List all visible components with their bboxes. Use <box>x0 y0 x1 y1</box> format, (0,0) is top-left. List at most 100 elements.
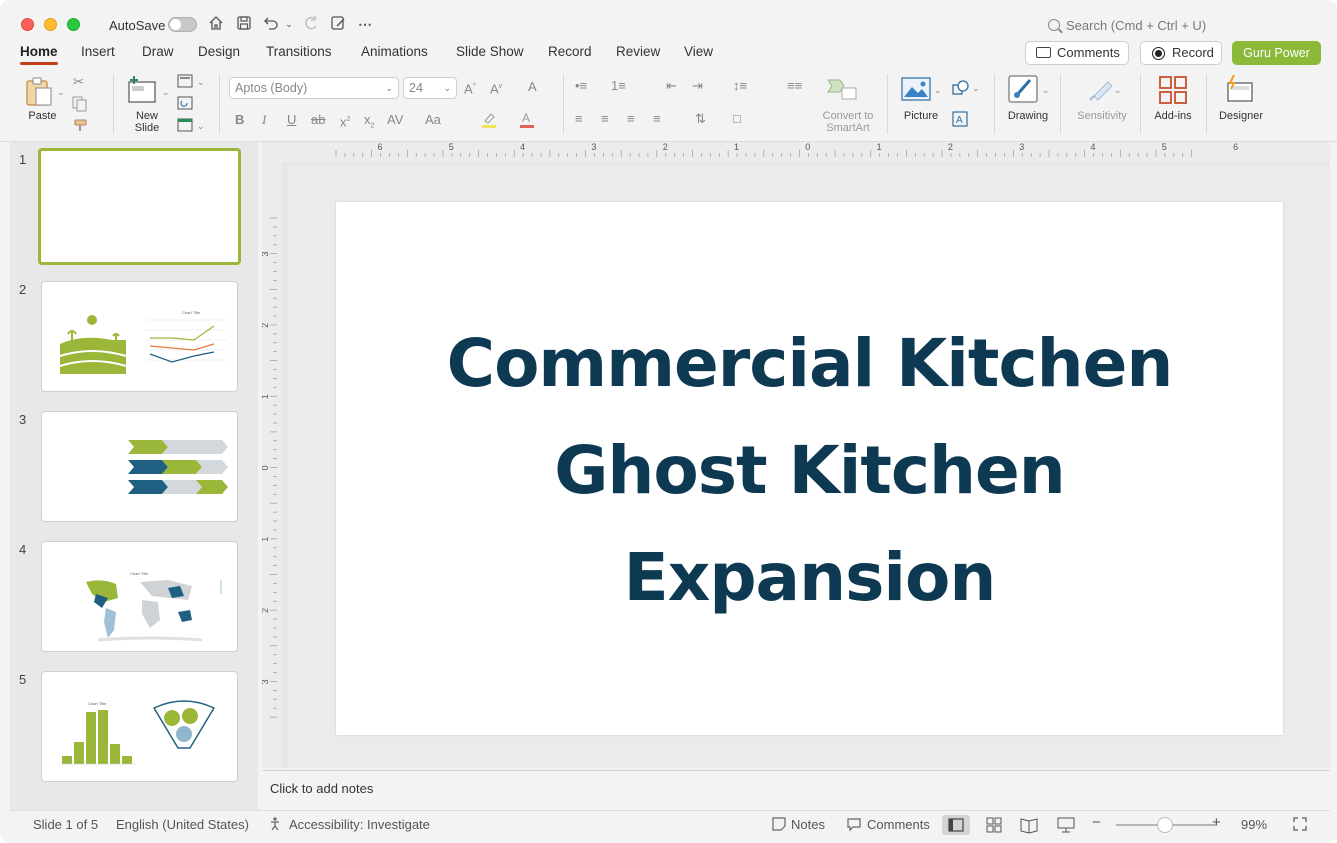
slide-thumbnail-4[interactable]: Chart Title <box>41 541 238 652</box>
tab-insert[interactable]: Insert <box>81 44 115 59</box>
cut-icon[interactable]: ✂ <box>73 74 84 90</box>
bullets-icon[interactable]: •≡ <box>575 78 587 94</box>
zoom-level[interactable]: 99% <box>1241 817 1267 832</box>
layout-icon[interactable] <box>177 74 193 92</box>
columns-icon[interactable]: ≡≡ <box>787 78 802 94</box>
font-name-select[interactable]: Aptos (Body) ⌄ <box>229 77 399 99</box>
drawing-dropdown-chevron-down-icon[interactable]: ⌄ <box>1042 82 1050 98</box>
italic-icon[interactable]: I <box>262 112 266 128</box>
tab-review[interactable]: Review <box>616 44 660 59</box>
align-center-icon[interactable]: ≡ <box>601 111 609 127</box>
current-slide[interactable]: Commercial Kitchen Ghost Kitchen Expansi… <box>336 202 1283 735</box>
reset-icon[interactable] <box>177 96 193 114</box>
numbering-icon[interactable]: 1≡ <box>611 78 626 94</box>
save-icon[interactable] <box>234 14 254 34</box>
shapes-icon[interactable] <box>952 80 970 100</box>
strikethrough-icon[interactable]: ab <box>311 112 325 128</box>
superscript-icon[interactable]: x2 <box>340 112 350 130</box>
subscript-icon[interactable]: x2 <box>364 112 374 135</box>
notes-pane[interactable]: Click to add notes <box>262 770 1330 810</box>
ruler-label: 3 <box>1019 142 1024 152</box>
slide-thumbnail-1[interactable] <box>38 148 241 265</box>
shapes-dropdown-chevron-down-icon[interactable]: ⌄ <box>972 80 980 96</box>
clear-formatting-icon[interactable]: A <box>528 79 537 95</box>
paste-icon[interactable] <box>24 76 56 111</box>
align-left-icon[interactable]: ≡ <box>575 111 583 127</box>
sensitivity-icon[interactable] <box>1086 74 1116 107</box>
drawing-icon[interactable] <box>1008 74 1040 109</box>
undo-icon[interactable] <box>261 14 281 34</box>
tab-transitions[interactable]: Transitions <box>266 44 332 59</box>
comments-button[interactable]: Comments <box>1025 41 1129 65</box>
edit-icon[interactable] <box>328 14 348 34</box>
increase-font-size-icon[interactable]: A^ <box>464 79 476 97</box>
minimize-window-button[interactable] <box>44 18 57 31</box>
font-size-select[interactable]: 24 ⌄ <box>403 77 457 99</box>
tab-draw[interactable]: Draw <box>142 44 174 59</box>
justify-icon[interactable]: ≡ <box>653 111 661 127</box>
normal-view-button[interactable] <box>942 815 970 835</box>
tab-home[interactable]: Home <box>20 44 58 65</box>
change-case-icon[interactable]: Aa <box>425 112 441 128</box>
paste-dropdown-chevron-down-icon[interactable]: ⌄ <box>57 84 65 100</box>
vertical-ruler: 3 2 1 0 1 2 3 <box>260 162 282 768</box>
smartart-icon[interactable] <box>826 76 860 105</box>
line-spacing-icon[interactable]: ↕≡ <box>733 78 747 94</box>
slideshow-view-button[interactable] <box>1052 815 1080 835</box>
fit-to-window-icon[interactable] <box>1292 816 1308 835</box>
more-options-icon[interactable]: ⋯ <box>355 14 375 34</box>
add-ins-icon[interactable] <box>1158 75 1188 108</box>
zoom-out-icon[interactable]: − <box>1092 814 1101 831</box>
tab-view[interactable]: View <box>684 44 713 59</box>
redo-icon[interactable] <box>301 14 321 34</box>
guru-power-button[interactable]: Guru Power <box>1232 41 1321 65</box>
home-icon[interactable] <box>206 14 226 34</box>
character-spacing-icon[interactable]: AV <box>387 112 403 128</box>
picture-icon[interactable] <box>901 76 931 105</box>
section-icon[interactable] <box>177 118 193 136</box>
increase-indent-icon[interactable]: ⇥ <box>692 78 703 94</box>
slide-title[interactable]: Commercial Kitchen Ghost Kitchen Expansi… <box>336 310 1283 631</box>
copy-icon[interactable] <box>71 96 89 116</box>
maximize-window-button[interactable] <box>67 18 80 31</box>
layout-dropdown-chevron-down-icon[interactable]: ⌄ <box>197 74 205 90</box>
format-painter-icon[interactable] <box>73 118 89 138</box>
tab-slide-show[interactable]: Slide Show <box>456 44 524 59</box>
reading-view-button[interactable] <box>1015 815 1043 835</box>
tab-animations[interactable]: Animations <box>361 44 428 59</box>
slide-sorter-button[interactable] <box>980 815 1008 835</box>
align-right-icon[interactable]: ≡ <box>627 111 635 127</box>
search-box[interactable]: Search (Cmd + Ctrl + U) <box>1048 18 1206 33</box>
underline-icon[interactable]: U <box>287 112 296 128</box>
notes-toggle[interactable]: Notes <box>791 817 825 832</box>
accessibility-status[interactable]: Accessibility: Investigate <box>289 817 430 832</box>
decrease-indent-icon[interactable]: ⇤ <box>666 78 677 94</box>
undo-dropdown-chevron-down-icon[interactable]: ⌄ <box>282 14 296 34</box>
text-direction-icon[interactable]: ⇅ <box>695 111 706 127</box>
new-slide-dropdown-chevron-down-icon[interactable]: ⌄ <box>162 84 170 100</box>
slide-thumbnail-3[interactable] <box>41 411 238 522</box>
align-text-icon[interactable]: □ <box>733 111 741 127</box>
sensitivity-dropdown-chevron-down-icon[interactable]: ⌄ <box>1114 82 1122 98</box>
picture-dropdown-chevron-down-icon[interactable]: ⌄ <box>934 82 942 98</box>
slide-thumbnail-2[interactable]: Chart Title <box>41 281 238 392</box>
bold-icon[interactable]: B <box>235 112 244 128</box>
tab-design[interactable]: Design <box>198 44 240 59</box>
new-slide-icon[interactable] <box>127 74 159 109</box>
tab-record[interactable]: Record <box>548 44 592 59</box>
language-indicator[interactable]: English (United States) <box>116 817 249 832</box>
text-box-icon[interactable]: A <box>952 111 968 131</box>
section-dropdown-chevron-down-icon[interactable]: ⌄ <box>197 118 205 134</box>
highlight-icon[interactable] <box>480 110 498 132</box>
decrease-font-size-icon[interactable]: Av <box>490 79 502 97</box>
autosave-toggle[interactable] <box>168 17 197 32</box>
slide-3-preview <box>128 440 228 494</box>
record-button[interactable]: Record <box>1140 41 1222 65</box>
comments-toggle[interactable]: Comments <box>867 817 930 832</box>
close-window-button[interactable] <box>21 18 34 31</box>
slide-thumbnail-5[interactable]: Chart Title <box>41 671 238 782</box>
font-color-icon[interactable]: A <box>518 110 536 132</box>
zoom-in-icon[interactable]: + <box>1212 814 1221 831</box>
zoom-slider-handle[interactable] <box>1157 817 1173 833</box>
designer-icon[interactable] <box>1224 73 1256 108</box>
